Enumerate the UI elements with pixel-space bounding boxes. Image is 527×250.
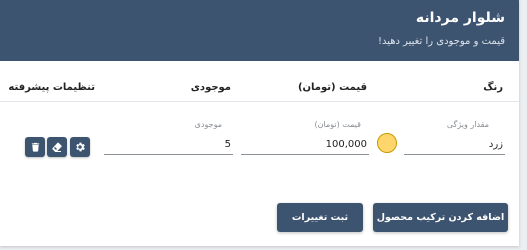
page-subtitle: قیمت و موجودی را تغییر دهید! (377, 36, 505, 47)
page-title: شلوار مردانه (415, 10, 505, 26)
product-variants-card: شلوار مردانه قیمت و موجودی را تغییر دهید… (0, 0, 519, 246)
color-swatch[interactable] (377, 133, 397, 153)
clear-button[interactable] (47, 137, 67, 157)
feature-value-label: مقدار ویژگی (446, 120, 489, 129)
add-product-combination-button[interactable]: اضافه کردن ترکیب محصول (373, 203, 508, 232)
delete-button[interactable] (25, 137, 45, 157)
column-header-advanced-settings: تنظیمات پیشرفته (8, 82, 95, 93)
card-header: شلوار مردانه قیمت و موجودی را تغییر دهید… (0, 0, 519, 61)
save-changes-button[interactable]: ثبت تغییرات (277, 203, 363, 232)
eraser-icon (51, 138, 63, 157)
price-label: قیمت (تومان) (314, 120, 361, 129)
column-header-stock: موجودی (190, 82, 231, 93)
column-header-price: قیمت (تومان) (297, 82, 367, 93)
column-header-color: رنگ (483, 82, 503, 93)
stock-label: موجودی (194, 120, 222, 129)
settings-button[interactable] (70, 137, 90, 157)
feature-value-input[interactable] (404, 135, 505, 155)
price-input[interactable] (241, 135, 369, 155)
stock-input[interactable] (104, 135, 233, 155)
gear-icon (74, 138, 86, 157)
trash-icon (30, 138, 41, 157)
header-divider (0, 101, 519, 102)
